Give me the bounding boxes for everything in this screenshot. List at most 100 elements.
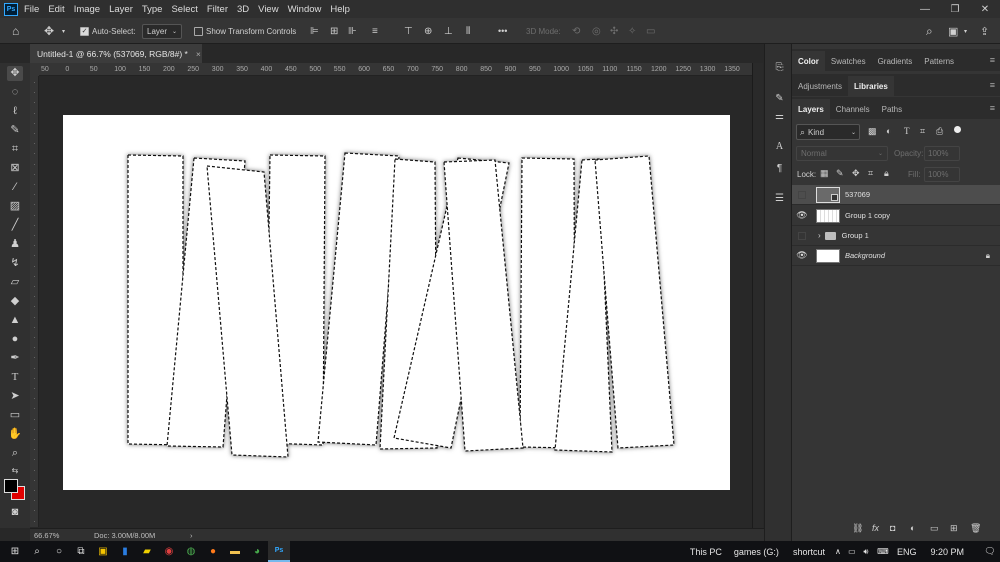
distribute-vertical-icon[interactable]: ⫴ <box>466 18 470 44</box>
paint-bucket-tool-icon[interactable]: ◆ <box>7 294 23 309</box>
tab-gradients[interactable]: Gradients <box>872 51 919 71</box>
3d-slide-icon[interactable]: ✧ <box>628 18 636 44</box>
volume-icon[interactable]: 🔊︎ <box>859 541 873 562</box>
document-canvas[interactable] <box>63 115 730 490</box>
eraser-tool-icon[interactable]: ▱ <box>7 275 23 290</box>
layer-filter-dropdown[interactable]: ⌕ Kind ⌄ <box>796 124 860 140</box>
zoom-level[interactable]: 66.67% <box>34 531 94 540</box>
menu-view[interactable]: View <box>258 4 278 15</box>
opacity-field[interactable]: 100% <box>924 146 960 161</box>
eye-icon[interactable]: 👁︎ <box>792 250 812 261</box>
filter-shape-icon[interactable]: ⌗ <box>920 126 925 137</box>
minimize-button[interactable]: — <box>910 4 940 15</box>
tab-patterns[interactable]: Patterns <box>918 51 960 71</box>
rectangle-tool-icon[interactable]: ▭ <box>7 408 23 423</box>
quick-select-tool-icon[interactable]: ✎ <box>7 123 23 138</box>
visibility-toggle[interactable] <box>792 226 812 246</box>
tab-layers[interactable]: Layers <box>792 99 830 119</box>
language-indicator[interactable]: ENG <box>897 547 917 557</box>
visibility-toggle[interactable] <box>792 185 812 205</box>
layer-name[interactable]: 537069 <box>845 190 870 199</box>
panel-menu-icon[interactable]: ≡ <box>990 103 995 113</box>
layer-row[interactable]: 👁︎ Group 1 copy <box>792 206 1000 226</box>
history-brush-tool-icon[interactable]: ↯ <box>7 256 23 271</box>
layer-row[interactable]: 537069 <box>792 185 1000 205</box>
close-tab-icon[interactable]: × <box>196 49 201 59</box>
filter-adjustment-icon[interactable]: ◐ <box>886 126 891 136</box>
blend-mode-dropdown[interactable]: Normal ⌄ <box>796 146 888 161</box>
brushes-icon[interactable]: ⚌ <box>773 110 786 123</box>
tray-chevron-icon[interactable]: ∧ <box>831 541 845 562</box>
share-icon[interactable]: ⇪ <box>980 18 989 44</box>
link-layers-icon[interactable]: ⛓ <box>852 523 863 534</box>
windows-start-icon[interactable]: ⊞ <box>4 541 26 562</box>
toolbar-this-pc[interactable]: This PC <box>690 547 722 557</box>
3d-pan-icon[interactable]: ✣ <box>610 18 618 44</box>
lock-image-icon[interactable]: ✎ <box>836 168 844 179</box>
preset-chevron-icon[interactable]: ▾ <box>62 18 65 44</box>
menu-3d[interactable]: 3D <box>237 4 249 15</box>
move-tool-icon[interactable]: ✥ <box>7 66 23 81</box>
task-view-icon[interactable]: ⧉ <box>70 541 92 562</box>
character-icon[interactable]: A <box>773 140 786 153</box>
menu-file[interactable]: File <box>24 4 39 15</box>
layer-name[interactable]: Background <box>845 251 986 260</box>
foreground-color-swatch[interactable] <box>4 479 18 493</box>
brush-settings-icon[interactable]: ✎ <box>773 92 786 105</box>
adjustment-layer-icon[interactable]: ◐ <box>910 523 915 533</box>
menu-window[interactable]: Window <box>288 4 322 15</box>
sticky-notes-icon[interactable]: ▰ <box>136 541 158 562</box>
media-icon[interactable]: ◉ <box>158 541 180 562</box>
auto-select-checkbox[interactable]: ✓ Auto-Select: <box>80 18 136 44</box>
more-options-button[interactable]: ••• <box>498 18 507 44</box>
cortana-icon[interactable]: ○ <box>48 541 70 562</box>
hand-tool-icon[interactable]: ✋ <box>7 427 23 442</box>
add-mask-icon[interactable]: ◘ <box>890 523 895 533</box>
file-explorer-icon[interactable]: ▬ <box>224 541 246 562</box>
tab-adjustments[interactable]: Adjustments <box>792 76 848 96</box>
paragraph-icon[interactable]: ¶ <box>773 162 786 175</box>
clone-stamp-tool-icon[interactable]: ♟ <box>7 237 23 252</box>
align-top-icon[interactable]: ⊤ <box>404 18 413 44</box>
app-icon[interactable]: ▮ <box>114 541 136 562</box>
align-hcenter-icon[interactable]: ⊞ <box>330 18 338 44</box>
filter-pixel-icon[interactable]: ▩ <box>868 126 877 137</box>
3d-video-icon[interactable]: ▭ <box>646 18 655 44</box>
menu-help[interactable]: Help <box>330 4 350 15</box>
layer-row[interactable]: › Group 1 <box>792 226 1000 246</box>
chrome-icon[interactable]: ◍ <box>180 541 202 562</box>
menu-layer[interactable]: Layer <box>109 4 133 15</box>
filter-type-icon[interactable]: T <box>904 126 910 136</box>
lock-all-icon[interactable]: 🔒︎ <box>884 168 889 179</box>
type-tool-icon[interactable]: T <box>7 370 23 385</box>
path-selection-tool-icon[interactable]: ➤ <box>7 389 23 404</box>
new-layer-icon[interactable]: ⊞ <box>950 523 958 534</box>
menu-image[interactable]: Image <box>74 4 100 15</box>
layer-name[interactable]: Group 1 <box>842 231 869 240</box>
transform-controls-checkbox[interactable]: Show Transform Controls <box>194 18 296 44</box>
history-icon[interactable]: ⎘ <box>773 61 786 74</box>
panel-menu-icon[interactable]: ≡ <box>990 80 995 90</box>
status-menu-arrow[interactable]: › <box>190 531 193 540</box>
brush-tool-icon[interactable]: ╱ <box>7 218 23 233</box>
tab-paths[interactable]: Paths <box>876 99 908 119</box>
workspace-chevron-icon[interactable]: ▾ <box>964 18 967 44</box>
layer-name[interactable]: Group 1 copy <box>845 211 890 220</box>
lasso-tool-icon[interactable]: ℓ <box>7 104 23 119</box>
align-bottom-icon[interactable]: ⊥ <box>444 18 453 44</box>
edge-icon[interactable]: ◕ <box>246 541 268 562</box>
distribute-icon[interactable]: ≡ <box>372 18 378 44</box>
menu-filter[interactable]: Filter <box>207 4 228 15</box>
layer-row[interactable]: 👁︎ Background 🔒︎ <box>792 246 1000 266</box>
vertical-scrollbar[interactable] <box>752 63 763 528</box>
eyedropper-tool-icon[interactable]: ⁄ <box>7 180 23 195</box>
toolbar-shortcut[interactable]: shortcut <box>793 547 825 557</box>
menu-type[interactable]: Type <box>142 4 163 15</box>
eye-icon[interactable]: 👁︎ <box>792 210 812 221</box>
crop-tool-icon[interactable]: ⌗ <box>7 142 23 157</box>
photoshop-taskbar-icon[interactable]: Ps <box>268 541 290 562</box>
expand-chevron-icon[interactable]: › <box>818 231 821 240</box>
fill-field[interactable]: 100% <box>924 167 960 182</box>
filter-toggle-icon[interactable] <box>954 126 961 133</box>
tab-swatches[interactable]: Swatches <box>825 51 872 71</box>
